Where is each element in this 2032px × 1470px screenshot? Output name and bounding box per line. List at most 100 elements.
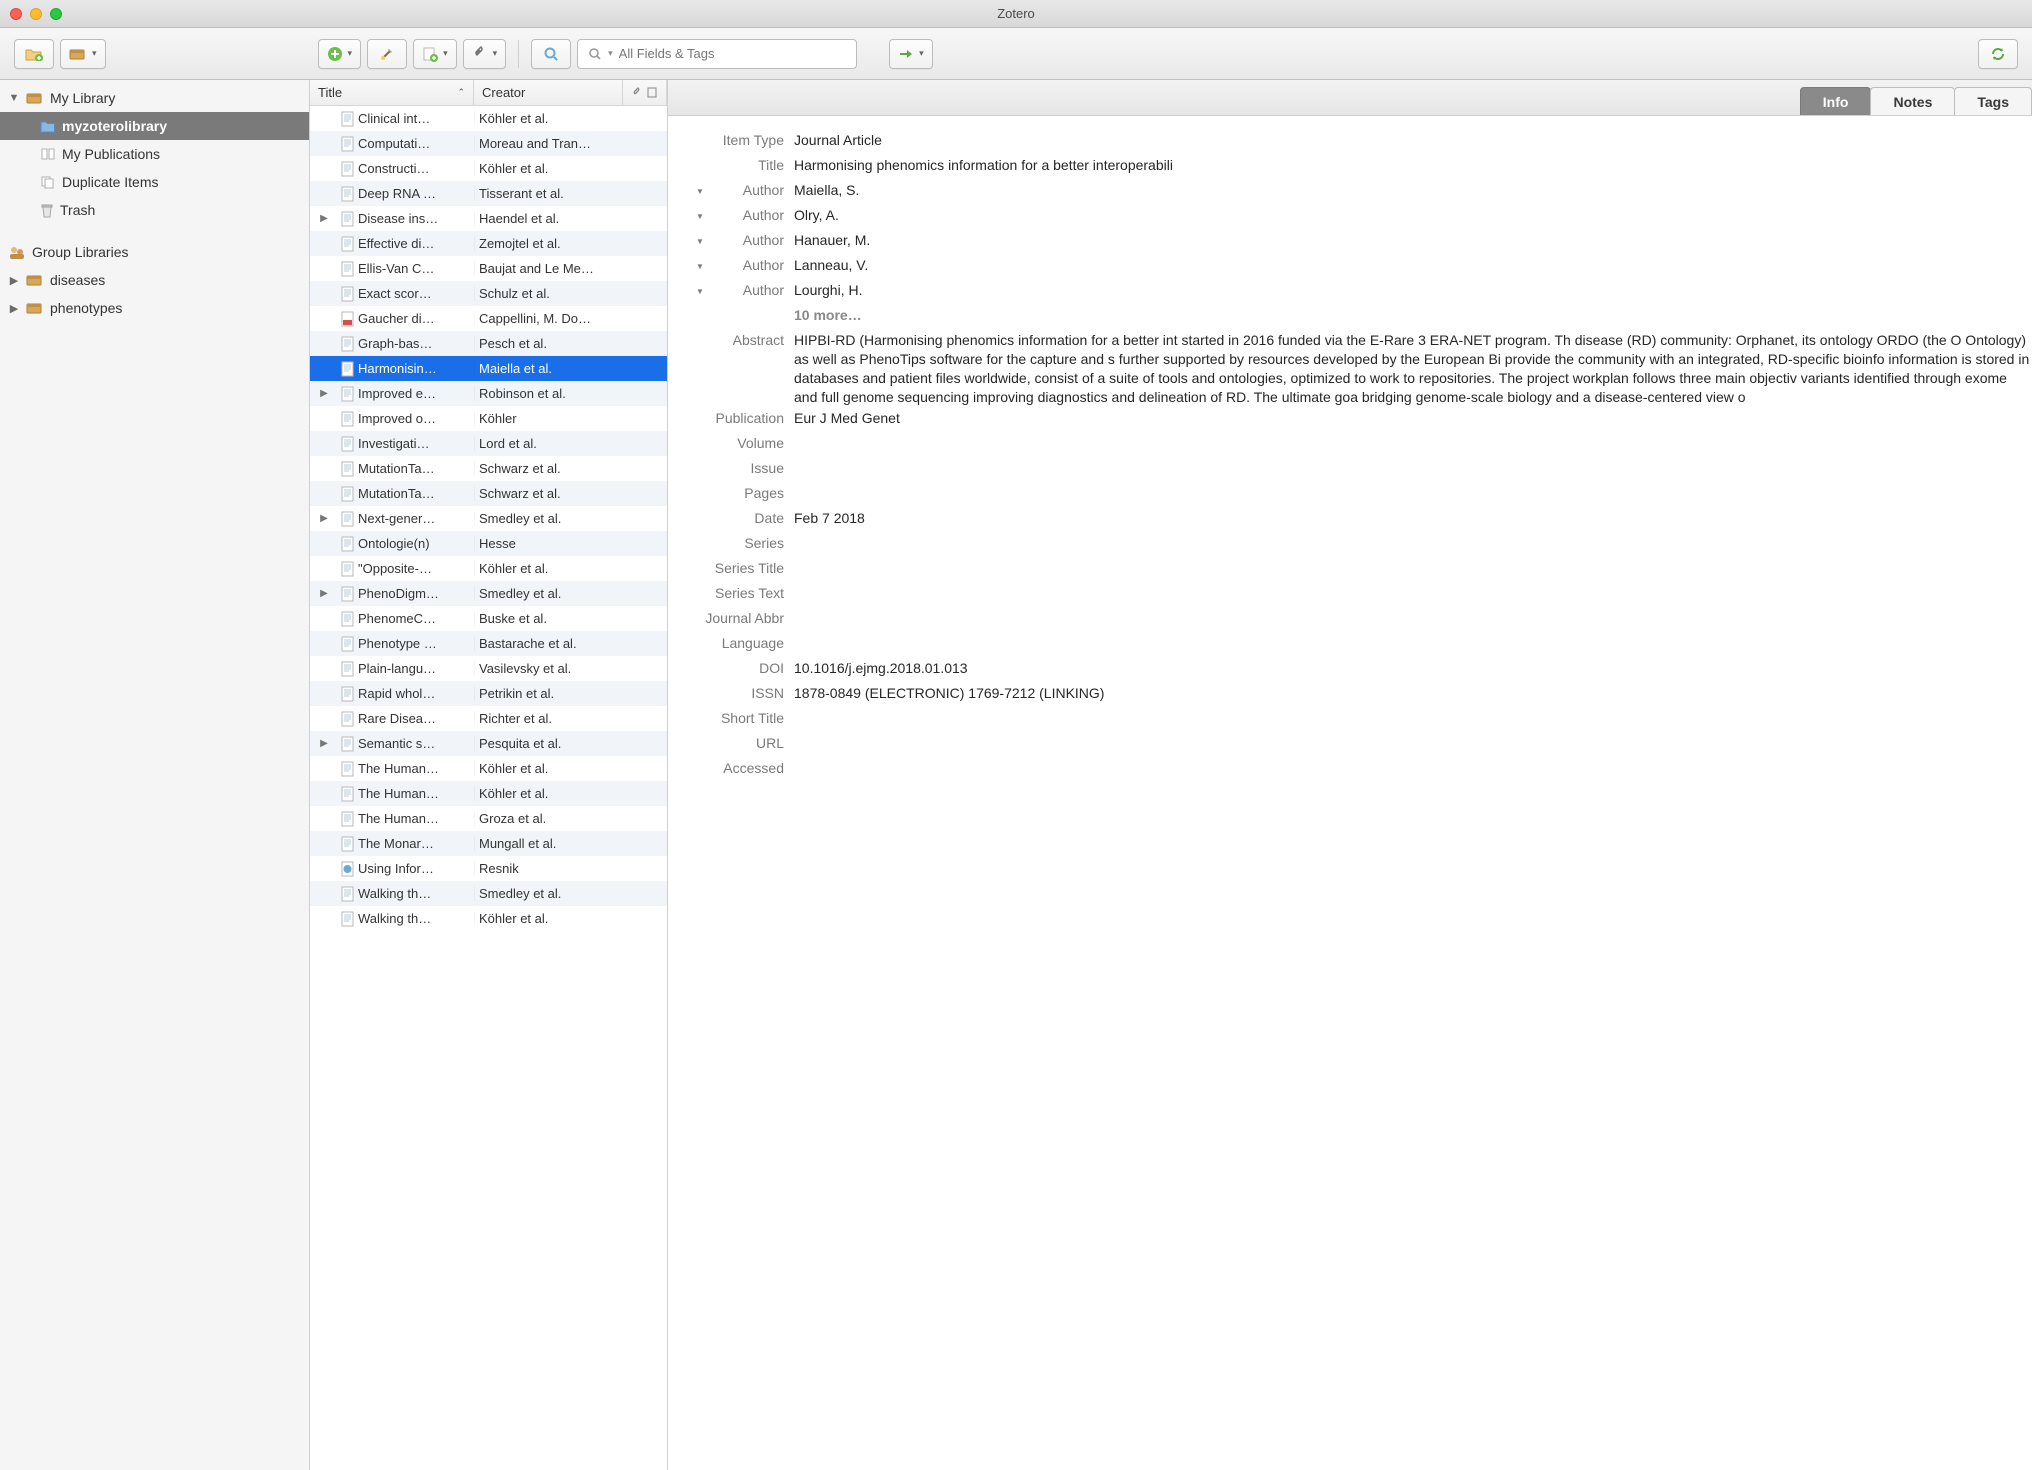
item-row[interactable]: Clinical int…Köhler et al.: [310, 106, 667, 131]
item-type-value[interactable]: Journal Article: [794, 131, 2032, 150]
disclosure-triangle-icon[interactable]: ▶: [310, 588, 338, 599]
add-by-identifier-button[interactable]: [367, 39, 407, 69]
item-creator: Richter et al.: [474, 711, 667, 726]
item-row[interactable]: Effective di…Zemojtel et al.: [310, 231, 667, 256]
column-header-attachments[interactable]: [623, 80, 667, 105]
item-row[interactable]: Rare Disea…Richter et al.: [310, 706, 667, 731]
author-value[interactable]: Hanauer, M.: [794, 231, 2032, 250]
item-row[interactable]: Exact scor…Schulz et al.: [310, 281, 667, 306]
item-row[interactable]: The Monar…Mungall et al.: [310, 831, 667, 856]
chevron-down-icon: ▼: [696, 212, 704, 221]
author-value[interactable]: Olry, A.: [794, 206, 2032, 225]
minimize-window-button[interactable]: [30, 8, 42, 20]
disclosure-triangle-icon[interactable]: ▶: [8, 274, 20, 287]
item-row[interactable]: Constructi…Köhler et al.: [310, 156, 667, 181]
item-row[interactable]: MutationTa…Schwarz et al.: [310, 456, 667, 481]
column-header-title[interactable]: Title ⌃: [310, 80, 474, 105]
document-icon: [338, 111, 358, 127]
field-value[interactable]: Feb 7 2018: [794, 509, 2032, 528]
field-value[interactable]: Eur J Med Genet: [794, 409, 2032, 428]
disclosure-triangle-icon[interactable]: ▶: [310, 738, 338, 749]
new-note-button[interactable]: ▾: [413, 39, 457, 69]
tab-info[interactable]: Info: [1800, 87, 1872, 115]
document-icon: [338, 511, 358, 527]
item-row[interactable]: Ellis-Van C…Baujat and Le Me…: [310, 256, 667, 281]
field-issn: ISSN1878-0849 (ELECTRONIC) 1769-7212 (LI…: [678, 683, 2032, 708]
item-row[interactable]: Investigati…Lord et al.: [310, 431, 667, 456]
abstract-value[interactable]: HIPBI-RD (Harmonising phenomics informat…: [794, 331, 2032, 407]
new-item-button[interactable]: ▾: [318, 39, 362, 69]
zoom-window-button[interactable]: [50, 8, 62, 20]
locate-button[interactable]: ▾: [889, 39, 933, 69]
item-row[interactable]: The Human…Groza et al.: [310, 806, 667, 831]
item-row[interactable]: Ontologie(n)Hesse: [310, 531, 667, 556]
disclosure-triangle-icon[interactable]: ▼: [8, 92, 20, 104]
author-value[interactable]: Lanneau, V.: [794, 256, 2032, 275]
field-value[interactable]: 1878-0849 (ELECTRONIC) 1769-7212 (LINKIN…: [794, 684, 2032, 703]
search-field[interactable]: ▾: [577, 39, 857, 69]
window-controls: [10, 8, 62, 20]
tab-notes[interactable]: Notes: [1870, 87, 1955, 115]
sidebar-item[interactable]: My Publications: [0, 140, 309, 168]
column-header-creator[interactable]: Creator: [474, 80, 623, 105]
document-icon: [338, 161, 358, 177]
item-row[interactable]: "Opposite-…Köhler et al.: [310, 556, 667, 581]
item-row[interactable]: Rapid whol…Petrikin et al.: [310, 681, 667, 706]
item-creator: Vasilevsky et al.: [474, 661, 667, 676]
item-row[interactable]: The Human…Köhler et al.: [310, 781, 667, 806]
item-row[interactable]: Graph-bas…Pesch et al.: [310, 331, 667, 356]
sidebar-group-item[interactable]: ▶diseases: [0, 266, 309, 294]
title-value[interactable]: Harmonising phenomics information for a …: [794, 156, 2032, 175]
item-row[interactable]: Walking th…Köhler et al.: [310, 906, 667, 931]
close-window-button[interactable]: [10, 8, 22, 20]
new-collection-button[interactable]: [14, 39, 54, 69]
field-author: ▼AuthorOlry, A.: [678, 205, 2032, 230]
field-journal-abbr: Journal Abbr: [678, 608, 2032, 633]
field-more-authors[interactable]: 10 more…: [678, 305, 2032, 330]
group-libraries-header[interactable]: Group Libraries: [0, 238, 309, 266]
sync-button[interactable]: [1978, 39, 2018, 69]
sidebar-item[interactable]: Duplicate Items: [0, 168, 309, 196]
item-row[interactable]: Gaucher di…Cappellini, M. Do…: [310, 306, 667, 331]
item-row[interactable]: ▶Disease ins…Haendel et al.: [310, 206, 667, 231]
author-value[interactable]: Maiella, S.: [794, 181, 2032, 200]
item-row[interactable]: Using Infor…Resnik: [310, 856, 667, 881]
item-row[interactable]: MutationTa…Schwarz et al.: [310, 481, 667, 506]
disclosure-triangle-icon[interactable]: ▶: [8, 302, 20, 315]
new-library-button[interactable]: ▾: [60, 39, 106, 69]
items-list-body[interactable]: Clinical int…Köhler et al.Computati…More…: [310, 106, 667, 1470]
item-row[interactable]: Harmonisin…Maiella et al.: [310, 356, 667, 381]
item-title: Rapid whol…: [358, 686, 474, 701]
item-row[interactable]: ▶PhenoDigm…Smedley et al.: [310, 581, 667, 606]
disclosure-triangle-icon[interactable]: ▶: [310, 388, 338, 399]
add-attachment-button[interactable]: ▾: [463, 39, 507, 69]
advanced-search-button[interactable]: [531, 39, 571, 69]
document-icon: [338, 486, 358, 502]
item-row[interactable]: ▶Semantic s…Pesquita et al.: [310, 731, 667, 756]
sidebar-group-item[interactable]: ▶phenotypes: [0, 294, 309, 322]
item-row[interactable]: ▶Improved e…Robinson et al.: [310, 381, 667, 406]
item-row[interactable]: Improved o…Köhler: [310, 406, 667, 431]
document-icon: [338, 836, 358, 852]
tab-tags[interactable]: Tags: [1954, 87, 2032, 115]
item-row[interactable]: PhenomeC…Buske et al.: [310, 606, 667, 631]
author-value[interactable]: Lourghi, H.: [794, 281, 2032, 300]
field-value[interactable]: 10.1016/j.ejmg.2018.01.013: [794, 659, 2032, 678]
more-authors-link[interactable]: 10 more…: [794, 306, 2032, 325]
disclosure-triangle-icon[interactable]: ▶: [310, 213, 338, 224]
item-row[interactable]: Phenotype …Bastarache et al.: [310, 631, 667, 656]
sidebar-item[interactable]: Trash: [0, 196, 309, 224]
my-library-root[interactable]: ▼ My Library: [0, 84, 309, 112]
field-series-text: Series Text: [678, 583, 2032, 608]
item-row[interactable]: Deep RNA …Tisserant et al.: [310, 181, 667, 206]
document-icon: [338, 336, 358, 352]
item-row[interactable]: ▶Next-gener…Smedley et al.: [310, 506, 667, 531]
field-series-title: Series Title: [678, 558, 2032, 583]
item-row[interactable]: Walking th…Smedley et al.: [310, 881, 667, 906]
search-input[interactable]: [619, 46, 846, 61]
item-row[interactable]: Computati…Moreau and Tran…: [310, 131, 667, 156]
item-row[interactable]: The Human…Köhler et al.: [310, 756, 667, 781]
disclosure-triangle-icon[interactable]: ▶: [310, 513, 338, 524]
item-row[interactable]: Plain-langu…Vasilevsky et al.: [310, 656, 667, 681]
sidebar-item[interactable]: myzoterolibrary: [0, 112, 309, 140]
